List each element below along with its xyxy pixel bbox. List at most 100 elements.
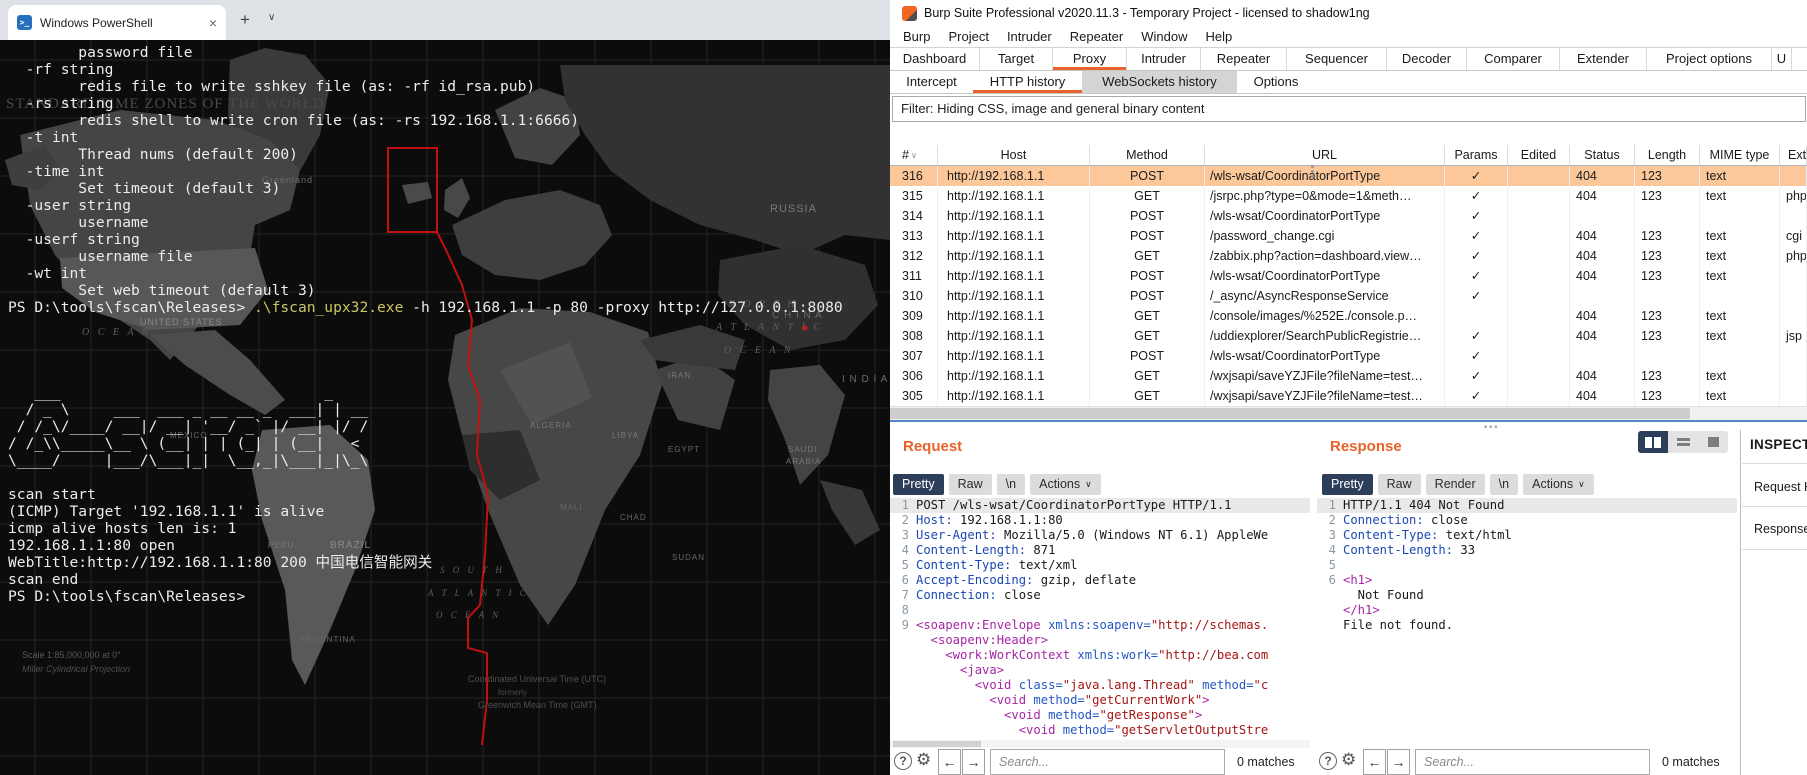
column-header-[interactable]: # ∨ <box>890 145 938 165</box>
terminal-body[interactable]: STANDARD TIME ZONES OF THE WORLD Greenlan… <box>0 40 890 775</box>
subtab-http-history[interactable]: HTTP history <box>973 71 1082 93</box>
request-horizontal-scrollbar[interactable] <box>890 740 1310 748</box>
column-header-length[interactable]: Length <box>1635 145 1700 165</box>
cell-ext: php <box>1780 186 1807 206</box>
cell-params: ✓ <box>1445 346 1508 366</box>
cell-params: ✓ <box>1445 266 1508 286</box>
table-row-313[interactable]: 313 http://192.168.1.1 POST/password_chang… <box>890 226 1807 246</box>
editor-tab-Pretty[interactable]: Pretty <box>893 474 944 495</box>
menu-intruder[interactable]: Intruder <box>998 26 1061 47</box>
editor-tab-Raw[interactable]: Raw <box>948 474 992 495</box>
subtab-options[interactable]: Options <box>1237 71 1315 93</box>
editor-tab-n[interactable]: \n <box>1489 474 1519 495</box>
layout-columns-button[interactable] <box>1638 431 1668 453</box>
tab-intruder[interactable]: Intruder <box>1127 48 1201 70</box>
response-prev-button[interactable]: ← <box>1363 749 1386 775</box>
request-editor[interactable]: 1 POST /wls-wsat/CoordinatorPortType HTTP… <box>890 498 1310 738</box>
tab-close-icon[interactable]: × <box>209 16 217 30</box>
editor-tab-n[interactable]: \n <box>996 474 1026 495</box>
request-settings-icon[interactable]: ⚙ <box>916 750 931 770</box>
table-row-316[interactable]: 316 http://192.168.1.1 POST/wls-wsat/Coord… <box>890 166 1807 186</box>
cell-host: http://192.168.1.1 <box>938 386 1090 406</box>
response-search-input[interactable] <box>1415 749 1650 775</box>
burp-app-icon <box>902 6 917 21</box>
column-header-ext[interactable]: Ext <box>1780 145 1807 165</box>
cell-method: POST <box>1090 226 1205 246</box>
tab-repeater[interactable]: Repeater <box>1201 48 1287 70</box>
inspector-request-headers[interactable]: Request H <box>1754 480 1807 494</box>
menu-help[interactable]: Help <box>1196 26 1241 47</box>
inspector-response-headers[interactable]: Response <box>1754 522 1807 536</box>
table-row-309[interactable]: 309 http://192.168.1.1 GET/console/images/… <box>890 306 1807 326</box>
response-help-icon[interactable]: ? <box>1319 752 1337 770</box>
cell-url: /wls-wsat/CoordinatorPortType <box>1205 266 1445 286</box>
cell-host: http://192.168.1.1 <box>938 366 1090 386</box>
tab-sequencer[interactable]: Sequencer <box>1287 48 1387 70</box>
tab-decoder[interactable]: Decoder <box>1387 48 1467 70</box>
tab-target[interactable]: Target <box>980 48 1053 70</box>
cell-status <box>1570 286 1635 306</box>
tab-project-options[interactable]: Project options <box>1647 48 1772 70</box>
response-next-button[interactable]: → <box>1387 749 1410 775</box>
table-row-307[interactable]: 307 http://192.168.1.1 POST/wls-wsat/Coord… <box>890 346 1807 366</box>
table-row-311[interactable]: 311 http://192.168.1.1 POST/wls-wsat/Coord… <box>890 266 1807 286</box>
response-title: Response <box>1330 438 1402 455</box>
cell-params: ✓ <box>1445 386 1508 406</box>
cell-url: /wxjsapi/saveYZJFile?fileName=test… <box>1205 386 1445 406</box>
cell-mime: text <box>1700 306 1780 326</box>
menu-window[interactable]: Window <box>1132 26 1196 47</box>
tab-u[interactable]: U <box>1772 48 1792 70</box>
layout-buttons <box>1638 431 1728 453</box>
editor-tab-Raw[interactable]: Raw <box>1377 474 1421 495</box>
subtab-websockets-history[interactable]: WebSockets history <box>1082 71 1237 93</box>
table-row-305[interactable]: 305 http://192.168.1.1 GET/wxjsapi/saveYZJ… <box>890 386 1807 406</box>
column-header-status[interactable]: Status <box>1570 145 1635 165</box>
editor-tab-Actions[interactable]: Actions ∨ <box>1523 474 1594 495</box>
table-row-310[interactable]: 310 http://192.168.1.1 POST/_async/AsyncRe… <box>890 286 1807 306</box>
tab-proxy[interactable]: Proxy <box>1053 48 1127 70</box>
column-header-url[interactable]: URL <box>1205 145 1445 165</box>
pane-splitter[interactable] <box>890 420 1807 430</box>
column-header-params[interactable]: Params <box>1445 145 1508 165</box>
tab-comparer[interactable]: Comparer <box>1467 48 1560 70</box>
column-header-host[interactable]: Host <box>938 145 1090 165</box>
editor-tab-Render[interactable]: Render <box>1425 474 1485 495</box>
tab-dashboard[interactable]: Dashboard <box>890 48 980 70</box>
request-help-icon[interactable]: ? <box>894 752 912 770</box>
layout-single-button[interactable] <box>1698 431 1728 453</box>
column-header-method[interactable]: Method <box>1090 145 1205 165</box>
request-prev-button[interactable]: ← <box>938 749 961 775</box>
cell-method: GET <box>1090 366 1205 386</box>
subtab-intercept[interactable]: Intercept <box>890 71 973 93</box>
request-search-input[interactable] <box>990 749 1225 775</box>
new-tab-button[interactable]: + <box>240 10 250 30</box>
filter-bar[interactable]: Filter: Hiding CSS, image and general bi… <box>892 96 1806 122</box>
editor-tab-Actions[interactable]: Actions ∨ <box>1030 474 1101 495</box>
table-row-314[interactable]: 314 http://192.168.1.1 POST/wls-wsat/Coord… <box>890 206 1807 226</box>
menu-burp[interactable]: Burp <box>894 26 939 47</box>
request-title: Request <box>903 438 963 455</box>
table-horizontal-scrollbar[interactable] <box>890 406 1807 420</box>
layout-rows-button[interactable] <box>1668 431 1698 453</box>
response-editor[interactable]: 1 HTTP/1.1 404 Not Found 2 Connection: clos… <box>1317 498 1737 633</box>
table-row-315[interactable]: 315 http://192.168.1.1 GET/jsrpc.php?type=… <box>890 186 1807 206</box>
cell-status: 404 <box>1570 186 1635 206</box>
menu-repeater[interactable]: Repeater <box>1061 26 1132 47</box>
cell-url: /password_change.cgi <box>1205 226 1445 246</box>
editor-tab-Pretty[interactable]: Pretty <box>1322 474 1373 495</box>
tab-dropdown-icon[interactable]: ∨ <box>268 12 275 23</box>
tab-extender[interactable]: Extender <box>1560 48 1647 70</box>
request-tabs: Pretty Raw \n Actions ∨ <box>893 474 1106 495</box>
table-row-306[interactable]: 306 http://192.168.1.1 GET/wxjsapi/saveYZJ… <box>890 366 1807 386</box>
terminal-tab[interactable]: >_ Windows PowerShell × <box>8 5 226 40</box>
cell-status: 404 <box>1570 246 1635 266</box>
column-header-mimetype[interactable]: MIME type <box>1700 145 1780 165</box>
response-settings-icon[interactable]: ⚙ <box>1341 750 1356 770</box>
request-next-button[interactable]: → <box>962 749 985 775</box>
table-row-308[interactable]: 308 http://192.168.1.1 GET/uddiexplorer/Se… <box>890 326 1807 346</box>
table-row-312[interactable]: 312 http://192.168.1.1 GET/zabbix.php?acti… <box>890 246 1807 266</box>
burp-menu-bar: Burp Project Intruder Repeater Window Help <box>890 26 1807 48</box>
menu-project[interactable]: Project <box>939 26 997 47</box>
column-header-edited[interactable]: Edited <box>1508 145 1570 165</box>
pane-drag-handle[interactable] <box>1309 163 1315 180</box>
